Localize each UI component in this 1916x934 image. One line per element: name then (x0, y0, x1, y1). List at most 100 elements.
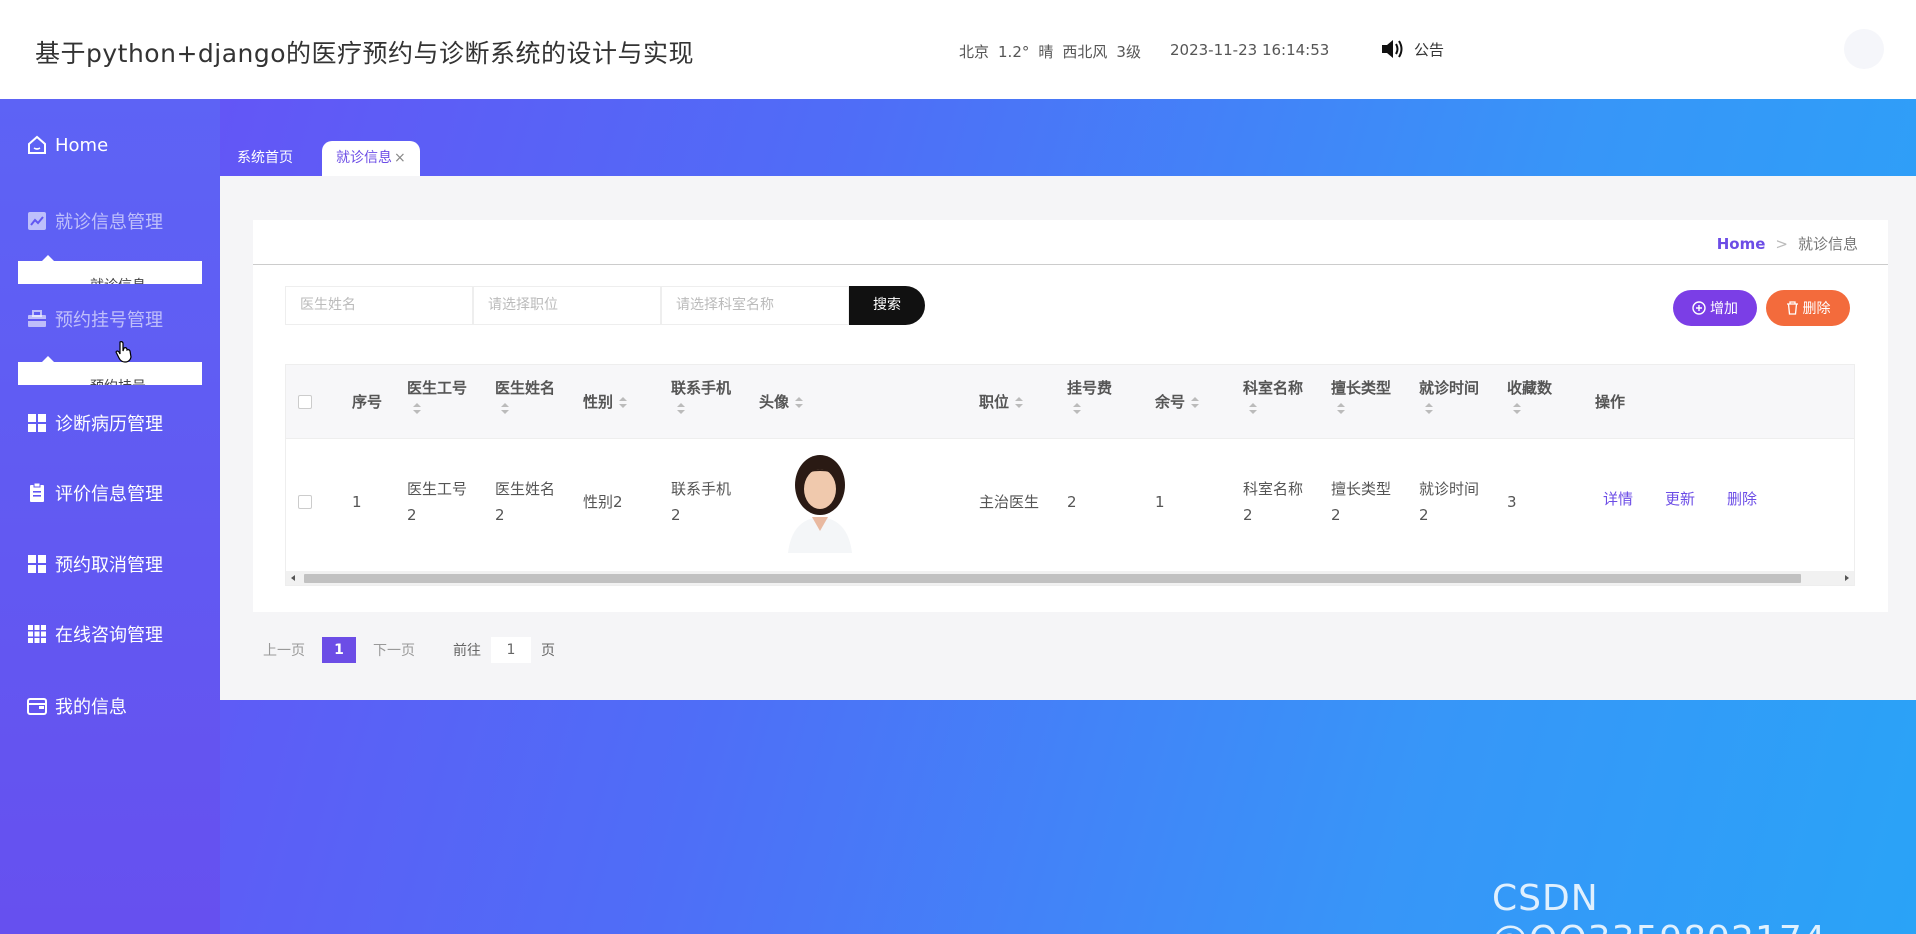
submenu-visit-info[interactable]: 就诊信息 (18, 261, 202, 284)
sidebar-item-review[interactable]: 评价信息管理 (26, 480, 163, 506)
table-header: 序号 医生工号 医生姓名 性别 联系手机 头像 职位 挂号费 余号 科室名称 擅… (286, 365, 1854, 439)
home-icon (28, 135, 46, 154)
cell-doc-name: 医生姓名 2 (495, 480, 556, 524)
sidebar-item-label: 在线咨询管理 (55, 625, 163, 646)
header-phone[interactable]: 联系手机 (671, 377, 731, 415)
weather-condition: 晴 (1038, 43, 1054, 61)
weather-city: 北京 (959, 43, 990, 61)
watermark: CSDN @QQ3359892174 (1492, 878, 1826, 934)
doctor-name-input[interactable]: 医生姓名 (285, 286, 473, 325)
divider (253, 264, 1888, 265)
cell-position: 主治医生 (979, 493, 1040, 511)
tab-label: 就诊信息 (336, 150, 392, 166)
add-button[interactable]: 增加 (1673, 290, 1757, 326)
sidebar-item-label: 就诊信息管理 (55, 212, 163, 233)
department-select[interactable]: 请选择科室名称 (661, 286, 849, 325)
next-page-button[interactable]: 下一页 (373, 640, 415, 660)
tab-home[interactable]: 系统首页 (223, 141, 307, 176)
delete-link[interactable]: 删除 (1727, 486, 1757, 512)
sidebar-item-visit-info[interactable]: 就诊信息管理 (26, 208, 163, 234)
delete-button-label: 删除 (1802, 301, 1831, 317)
weather-level: 3级 (1116, 43, 1141, 61)
cell-fee: 2 (1067, 493, 1077, 511)
weather-temp: 1.2° (998, 43, 1030, 61)
sidebar-item-appointment[interactable]: 预约挂号管理 (26, 306, 163, 332)
notice-label: 公告 (1414, 40, 1445, 59)
header-dept[interactable]: 科室名称 (1243, 377, 1303, 415)
breadcrumb: Home > 就诊信息 (1717, 233, 1858, 254)
speaker-icon (1382, 40, 1403, 58)
doctor-table: 序号 医生工号 医生姓名 性别 联系手机 头像 职位 挂号费 余号 科室名称 擅… (285, 364, 1855, 586)
breadcrumb-current: 就诊信息 (1797, 235, 1858, 253)
apps-icon (28, 625, 46, 643)
header-gender[interactable]: 性别 (583, 391, 628, 413)
plus-circle-icon (1692, 301, 1706, 315)
search-row: 医生姓名 请选择职位 请选择科室名称 搜索 (285, 286, 925, 325)
weather-wind: 西北风 (1062, 43, 1108, 61)
scrollbar-thumb[interactable] (304, 574, 1801, 583)
grid-icon (28, 414, 46, 432)
tab-visit-info[interactable]: 就诊信息 × (322, 141, 420, 176)
doctor-avatar-image (770, 449, 870, 553)
detail-link[interactable]: 详情 (1603, 486, 1633, 512)
horizontal-scrollbar[interactable] (286, 571, 1854, 585)
app-title: 基于python+django的医疗预约与诊断系统的设计与实现 (35, 39, 695, 68)
update-link[interactable]: 更新 (1665, 486, 1695, 512)
add-button-label: 增加 (1710, 301, 1738, 317)
cell-visit-time: 就诊时间 2 (1419, 480, 1480, 524)
table-row: 1 医生工号 2 医生姓名 2 性别2 联系手机 2 主治医生 2 1 科室名称 2 擅… (286, 439, 1854, 563)
search-button[interactable]: 搜索 (849, 286, 925, 325)
header-fee[interactable]: 挂号费 (1067, 377, 1112, 415)
scroll-left-arrow[interactable] (291, 575, 295, 581)
cell-specialty: 擅长类型 2 (1331, 480, 1392, 524)
cell-dept: 科室名称 2 (1243, 480, 1304, 524)
sidebar-home-label: Home (55, 134, 109, 156)
tab-close-icon[interactable]: × (394, 150, 406, 166)
select-all-checkbox[interactable] (298, 395, 312, 409)
header-remain[interactable]: 余号 (1155, 391, 1200, 413)
sidebar-item-diagnosis[interactable]: 诊断病历管理 (26, 410, 163, 436)
header-doc-no[interactable]: 医生工号 (407, 377, 467, 415)
sidebar-item-my-info[interactable]: 我的信息 (26, 693, 127, 719)
header-position[interactable]: 职位 (979, 391, 1024, 413)
cell-favorites: 3 (1507, 493, 1517, 511)
goto-page-input[interactable]: 1 (491, 637, 531, 663)
row-checkbox[interactable] (298, 495, 312, 509)
submenu-item-label: 预约挂号 (90, 376, 146, 385)
prev-page-button[interactable]: 上一页 (263, 640, 305, 660)
header-favorites[interactable]: 收藏数 (1507, 377, 1552, 415)
clipboard-icon (30, 482, 44, 502)
wallet-icon (27, 698, 47, 715)
submenu-appointment[interactable]: 预约挂号 (18, 362, 202, 385)
goto-label: 前往 (453, 643, 481, 659)
position-select[interactable]: 请选择职位 (473, 286, 661, 325)
user-avatar[interactable] (1844, 29, 1884, 69)
header-specialty[interactable]: 擅长类型 (1331, 377, 1391, 415)
page-unit-label: 页 (541, 643, 555, 659)
briefcase-icon (28, 310, 46, 327)
delete-button[interactable]: 删除 (1766, 290, 1850, 326)
sidebar-item-home[interactable]: Home (26, 134, 108, 156)
header-doc-name[interactable]: 医生姓名 (495, 377, 555, 415)
cell-phone: 联系手机 2 (671, 480, 732, 524)
cell-gender: 性别2 (583, 493, 623, 511)
submenu-caret (42, 255, 54, 261)
cell-remain: 1 (1155, 493, 1165, 511)
pagination: 上一页 1 下一页 前往 1 页 (263, 637, 555, 663)
sidebar-item-cancel[interactable]: 预约取消管理 (26, 551, 163, 577)
sidebar-item-label: 诊断病历管理 (55, 414, 163, 435)
chart-icon (28, 212, 46, 230)
cell-index: 1 (352, 493, 362, 511)
scroll-right-arrow[interactable] (1845, 575, 1849, 581)
breadcrumb-separator: > (1775, 235, 1788, 253)
top-header: 基于python+django的医疗预约与诊断系统的设计与实现 北京 1.2° 晴西… (0, 0, 1916, 99)
grid-icon (28, 555, 46, 573)
sidebar-item-label: 预约挂号管理 (55, 310, 163, 331)
page-1-button[interactable]: 1 (322, 637, 356, 663)
sidebar-item-consult[interactable]: 在线咨询管理 (26, 621, 163, 647)
header-avatar[interactable]: 头像 (759, 391, 804, 413)
main-card: Home > 就诊信息 医生姓名 请选择职位 请选择科室名称 搜索 增加 删除 序号… (253, 220, 1888, 612)
notice-button[interactable]: 公告 (1380, 38, 1444, 60)
breadcrumb-home[interactable]: Home (1717, 235, 1766, 253)
header-visit-time[interactable]: 就诊时间 (1419, 377, 1479, 415)
